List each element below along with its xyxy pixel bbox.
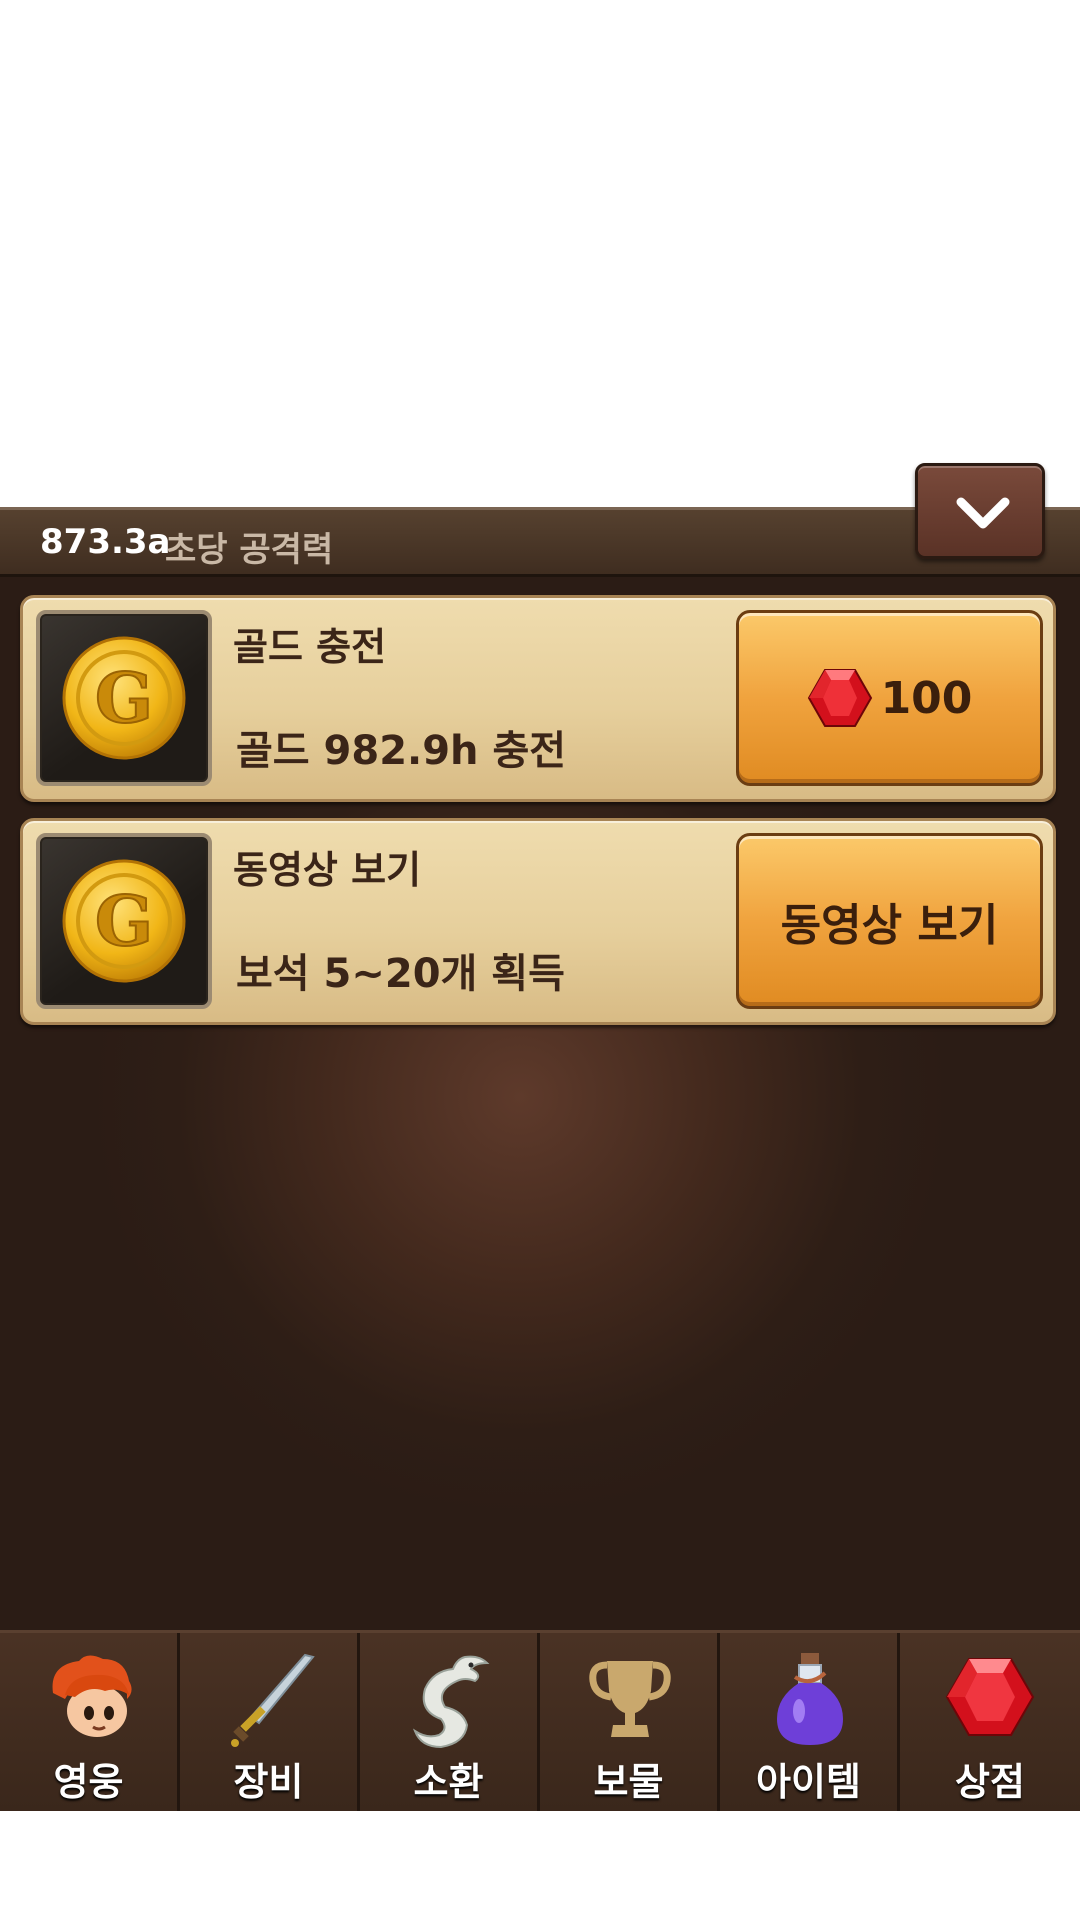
dragon-icon — [412, 1655, 490, 1749]
trophy-icon — [589, 1661, 671, 1737]
shop-item-watch-video: G 동영상 보기 보석 5~20개 획득 동영상 보기 — [20, 818, 1056, 1025]
sword-icon — [231, 1653, 315, 1747]
tab-label: 아이템 — [756, 1760, 861, 1804]
tab-hero[interactable]: 영웅 — [0, 1633, 180, 1811]
tab-items[interactable]: 아이템 — [720, 1633, 900, 1811]
potion-icon — [777, 1653, 843, 1745]
collapse-panel-button[interactable] — [915, 463, 1045, 559]
hero-icon — [52, 1655, 132, 1737]
buy-gold-button[interactable]: 100 — [736, 610, 1043, 786]
tab-summon[interactable]: 소환 — [360, 1633, 540, 1811]
tab-shop[interactable]: 상점 — [900, 1633, 1080, 1811]
red-gem-icon — [807, 669, 872, 727]
item-icon-frame: G — [36, 610, 212, 786]
tab-label: 영웅 — [53, 1760, 124, 1804]
gem-price: 100 — [880, 672, 973, 724]
tab-label: 보물 — [593, 1760, 664, 1804]
item-description: 골드 982.9h 충전 — [236, 728, 567, 774]
bottom-blank-area — [0, 1811, 1080, 1920]
shop-item-gold-charge: G 골드 충전 골드 982.9h 충전 100 — [20, 595, 1056, 802]
item-icon-frame: G — [36, 833, 212, 1009]
tab-label: 장비 — [233, 1760, 304, 1804]
item-description: 보석 5~20개 획득 — [236, 951, 565, 997]
gold-coin-icon: G — [62, 859, 186, 983]
item-title: 동영상 보기 — [233, 848, 422, 892]
watch-video-button[interactable]: 동영상 보기 — [736, 833, 1043, 1009]
dps-value: 873.3a — [40, 522, 171, 562]
chevron-down-icon — [956, 497, 1010, 529]
svg-text:G: G — [95, 659, 153, 739]
item-title: 골드 충전 — [233, 625, 387, 669]
bottom-tab-bar: 영웅 장비 소환 보물 아이템 상점 — [0, 1630, 1080, 1811]
tab-label: 소환 — [413, 1760, 484, 1804]
tab-label: 상점 — [955, 1760, 1025, 1804]
tab-treasure[interactable]: 보물 — [540, 1633, 720, 1811]
tab-equipment[interactable]: 장비 — [180, 1633, 360, 1811]
gem-icon — [945, 1658, 1035, 1736]
gold-coin-icon: G — [62, 636, 186, 760]
svg-text:G: G — [95, 882, 153, 962]
dps-label: 초당 공격력 — [165, 530, 334, 570]
game-viewport-area — [0, 0, 1080, 505]
